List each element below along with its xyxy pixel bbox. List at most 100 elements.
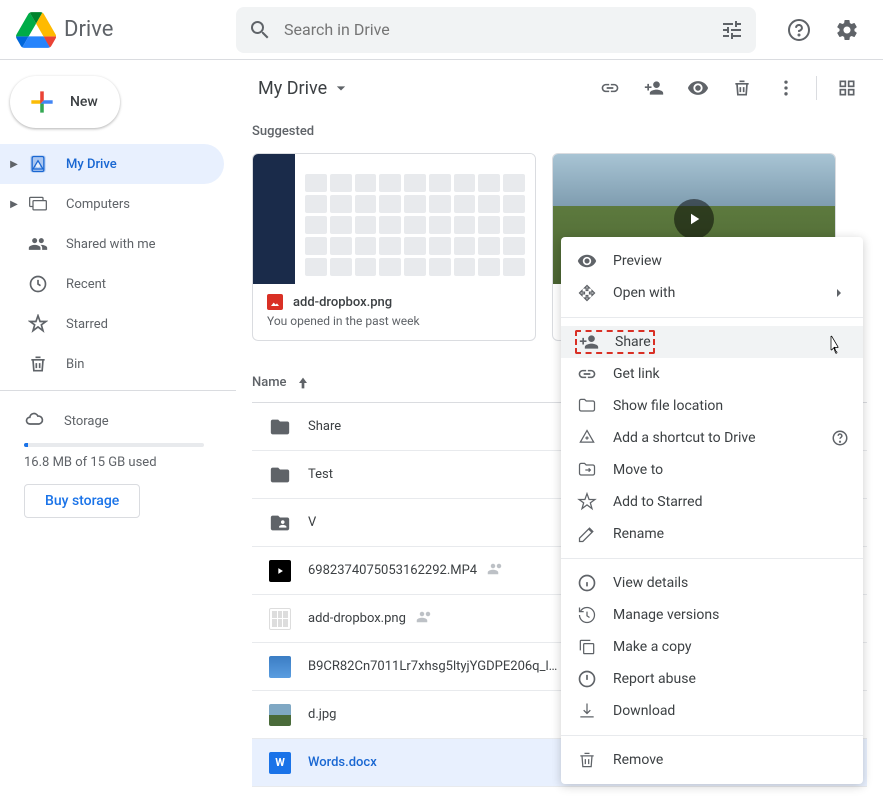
file-type-icon xyxy=(268,703,292,727)
person-add-icon xyxy=(644,78,664,98)
card-title: add-dropbox.png xyxy=(293,295,392,310)
nav-recent[interactable]: Recent xyxy=(0,264,224,304)
menu-manage-versions[interactable]: Manage versions xyxy=(561,599,863,631)
trash-icon xyxy=(732,78,752,98)
nav-my-drive[interactable]: ▶ My Drive xyxy=(0,144,224,184)
menu-move-to[interactable]: Move to xyxy=(561,454,863,486)
get-link-button[interactable] xyxy=(590,68,630,108)
star-icon xyxy=(28,314,48,334)
nav-label: My Drive xyxy=(66,157,117,172)
nav-storage[interactable]: Storage xyxy=(24,401,212,441)
menu-label: Rename xyxy=(613,526,664,542)
file-type-icon: W xyxy=(268,751,292,775)
menu-label: Get link xyxy=(613,366,660,382)
nav-shared[interactable]: Shared with me xyxy=(0,224,224,264)
shared-icon xyxy=(416,608,434,630)
plus-icon xyxy=(26,86,58,118)
help-button[interactable] xyxy=(779,10,819,50)
menu-label: Add a shortcut to Drive xyxy=(613,430,756,446)
menu-download[interactable]: Download xyxy=(561,695,863,727)
link-icon xyxy=(600,78,620,98)
drive-logo[interactable]: Drive xyxy=(16,10,236,50)
eye-icon xyxy=(687,77,709,99)
more-button[interactable] xyxy=(766,68,806,108)
file-type-icon xyxy=(268,655,292,679)
view-toggle-button[interactable] xyxy=(827,68,867,108)
menu-get-link[interactable]: Get link xyxy=(561,358,863,390)
drive-icon xyxy=(28,154,48,174)
file-name: B9CR82Cn7011Lr7xhsg5ltyjYGDPE206q_l… xyxy=(308,659,557,674)
context-menu: Preview Open with Share Get link Show fi… xyxy=(561,237,863,784)
menu-label: Open with xyxy=(613,285,675,301)
menu-remove[interactable]: Remove xyxy=(561,744,863,776)
buy-storage-button[interactable]: Buy storage xyxy=(24,484,140,518)
help-icon[interactable] xyxy=(831,429,849,447)
copy-icon xyxy=(577,637,597,657)
search-bar[interactable] xyxy=(236,7,756,53)
history-icon xyxy=(577,605,597,625)
menu-label: Add to Starred xyxy=(613,494,702,510)
drive-logo-icon xyxy=(16,10,56,50)
file-type-icon xyxy=(268,559,292,583)
help-icon xyxy=(787,18,811,42)
search-input[interactable] xyxy=(284,20,720,39)
suggested-label: Suggested xyxy=(252,124,867,139)
cloud-icon xyxy=(24,409,44,429)
file-name: Words.docx xyxy=(308,755,377,770)
app-name: Drive xyxy=(64,17,113,42)
trash-icon xyxy=(577,750,597,770)
shortcut-icon xyxy=(577,428,597,448)
settings-button[interactable] xyxy=(827,10,867,50)
menu-label: Share xyxy=(615,334,651,350)
new-button-label: New xyxy=(70,94,98,110)
menu-add-shortcut[interactable]: Add a shortcut to Drive xyxy=(561,422,863,454)
new-button[interactable]: New xyxy=(10,76,120,128)
menu-rename[interactable]: Rename xyxy=(561,518,863,550)
nav-computers[interactable]: ▶ Computers xyxy=(0,184,224,224)
info-icon xyxy=(577,573,597,593)
nav-starred[interactable]: Starred xyxy=(0,304,224,344)
caret-icon: ▶ xyxy=(8,199,20,210)
download-icon xyxy=(577,701,597,721)
menu-label: Download xyxy=(613,703,675,719)
file-name: add-dropbox.png xyxy=(308,611,406,626)
menu-label: Preview xyxy=(613,253,662,269)
menu-label: Report abuse xyxy=(613,671,696,687)
breadcrumb[interactable]: My Drive xyxy=(252,74,357,103)
file-name: 6982374075053162292.MP4 xyxy=(308,563,477,578)
nav-label: Bin xyxy=(66,357,84,372)
warning-icon xyxy=(577,669,597,689)
menu-open-with[interactable]: Open with xyxy=(561,277,863,309)
menu-view-details[interactable]: View details xyxy=(561,567,863,599)
nav-label: Recent xyxy=(66,277,106,292)
menu-show-location[interactable]: Show file location xyxy=(561,390,863,422)
menu-label: Move to xyxy=(613,462,663,478)
column-name: Name xyxy=(252,375,287,390)
nav-bin[interactable]: Bin xyxy=(0,344,224,384)
file-type-icon xyxy=(268,607,292,631)
menu-add-starred[interactable]: Add to Starred xyxy=(561,486,863,518)
menu-preview[interactable]: Preview xyxy=(561,245,863,277)
menu-share[interactable]: Share xyxy=(561,326,863,358)
trash-icon xyxy=(28,354,48,374)
menu-make-copy[interactable]: Make a copy xyxy=(561,631,863,663)
menu-report-abuse[interactable]: Report abuse xyxy=(561,663,863,695)
search-icon xyxy=(248,18,272,42)
share-button[interactable] xyxy=(634,68,674,108)
file-name: V xyxy=(308,515,316,530)
star-icon xyxy=(577,492,597,512)
open-with-icon xyxy=(577,283,597,303)
nav-label: Storage xyxy=(64,414,109,429)
menu-label: Manage versions xyxy=(613,607,719,623)
suggested-card[interactable]: add-dropbox.png You opened in the past w… xyxy=(252,153,536,341)
play-icon xyxy=(685,210,703,228)
search-options-icon[interactable] xyxy=(720,18,744,42)
preview-button[interactable] xyxy=(678,68,718,108)
file-type-icon xyxy=(268,463,292,487)
delete-button[interactable] xyxy=(722,68,762,108)
pencil-icon xyxy=(577,524,597,544)
dropdown-icon xyxy=(331,78,351,98)
menu-label: Make a copy xyxy=(613,639,692,655)
file-type-icon xyxy=(268,511,292,535)
menu-label: View details xyxy=(613,575,688,591)
